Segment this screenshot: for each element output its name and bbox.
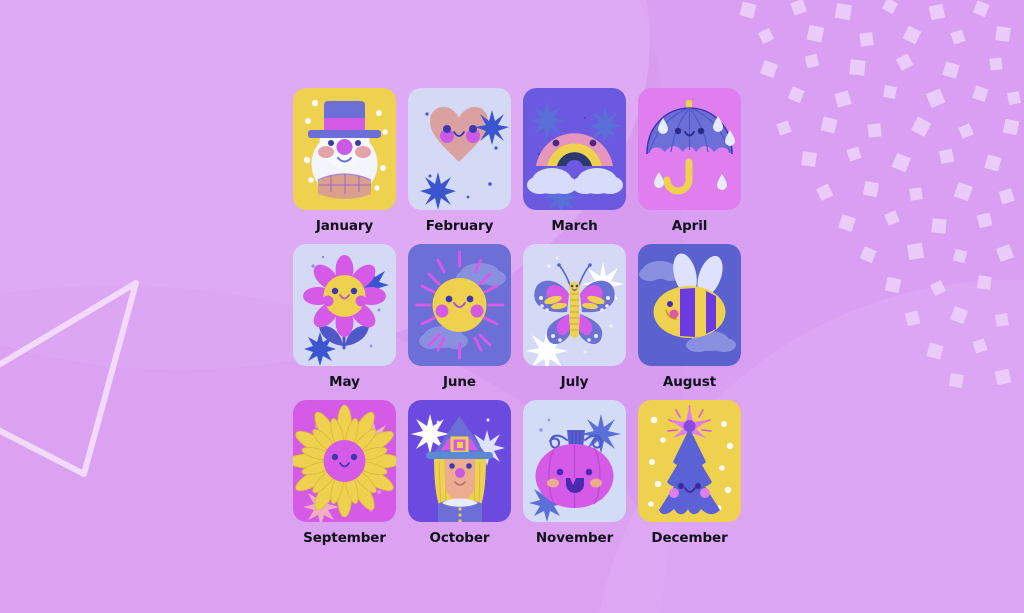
sunflower-icon	[293, 400, 396, 522]
month-card-august[interactable]	[638, 244, 741, 366]
month-cell-december[interactable]: December	[638, 400, 741, 556]
month-card-january[interactable]	[293, 88, 396, 210]
month-cell-february[interactable]: February	[408, 88, 511, 244]
month-card-september[interactable]	[293, 400, 396, 522]
month-label: November	[535, 530, 614, 546]
witch-icon	[408, 400, 511, 522]
month-label: July	[560, 374, 589, 390]
pumpkin-icon	[523, 400, 626, 522]
month-cell-september[interactable]: September	[293, 400, 396, 556]
month-label: June	[442, 374, 476, 390]
flower-icon	[293, 244, 396, 366]
month-label: February	[425, 218, 494, 234]
month-label: September	[303, 530, 386, 546]
month-label: January	[315, 218, 374, 234]
month-cell-may[interactable]: May	[293, 244, 396, 400]
month-label: August	[662, 374, 717, 390]
month-card-october[interactable]	[408, 400, 511, 522]
month-card-november[interactable]	[523, 400, 626, 522]
bee-icon	[638, 244, 741, 366]
month-card-december[interactable]	[638, 400, 741, 522]
month-cell-january[interactable]: January	[293, 88, 396, 244]
month-label: May	[329, 374, 360, 390]
month-card-june[interactable]	[408, 244, 511, 366]
wallpaper-canvas: January February March April May June Ju…	[0, 0, 1024, 613]
month-label: December	[651, 530, 728, 546]
month-cell-march[interactable]: March	[523, 88, 626, 244]
month-cell-july[interactable]: July	[523, 244, 626, 400]
month-cell-october[interactable]: October	[408, 400, 511, 556]
month-cell-april[interactable]: April	[638, 88, 741, 244]
month-card-february[interactable]	[408, 88, 511, 210]
rainbow-icon	[523, 88, 626, 210]
month-cell-november[interactable]: November	[523, 400, 626, 556]
snowman-icon	[293, 88, 396, 210]
heart-icon	[408, 88, 511, 210]
month-label: October	[429, 530, 490, 546]
month-card-march[interactable]	[523, 88, 626, 210]
month-label: March	[551, 218, 598, 234]
month-card-july[interactable]	[523, 244, 626, 366]
month-card-may[interactable]	[293, 244, 396, 366]
sun-icon	[408, 244, 511, 366]
month-label: April	[671, 218, 708, 234]
month-cell-august[interactable]: August	[638, 244, 741, 400]
month-cell-june[interactable]: June	[408, 244, 511, 400]
butterfly-icon	[523, 244, 626, 366]
umbrella-icon	[638, 88, 741, 210]
months-grid: January February March April May June Ju…	[293, 88, 743, 556]
christmas-tree-icon	[638, 400, 741, 522]
month-card-april[interactable]	[638, 88, 741, 210]
